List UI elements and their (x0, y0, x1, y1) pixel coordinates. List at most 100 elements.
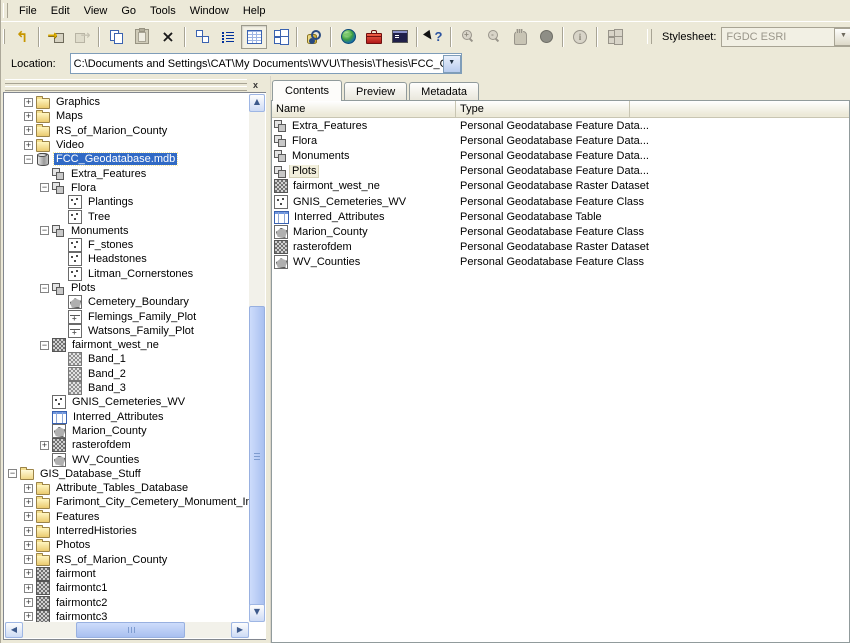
tree-horizontal-scrollbar[interactable]: ◀ ▶ (5, 622, 249, 638)
horizontal-scroll-thumb[interactable] (76, 622, 185, 638)
location-input[interactable]: C:\Documents and Settings\CAT\My Documen… (70, 53, 462, 74)
tree-item[interactable]: Band_2 (5, 367, 249, 381)
table-row[interactable]: MonumentsPersonal Geodatabase Feature Da… (272, 148, 849, 163)
tree-item[interactable]: +Features (5, 510, 249, 524)
tree-item[interactable]: +InterredHistories (5, 524, 249, 538)
table-row[interactable]: rasterofdemPersonal Geodatabase Raster D… (272, 240, 849, 255)
tree-item[interactable]: +Graphics (5, 95, 249, 109)
expand-toggle-icon[interactable]: + (24, 98, 33, 107)
connect-to-folder-button[interactable] (43, 25, 69, 49)
list-button[interactable] (215, 25, 241, 49)
tree-item[interactable]: Flemings_Family_Plot (5, 309, 249, 323)
tree-item[interactable]: WV_Counties (5, 452, 249, 466)
up-one-level-button[interactable]: ↰ (9, 25, 35, 49)
expand-toggle-icon[interactable]: + (24, 484, 33, 493)
expand-toggle-icon[interactable]: + (24, 527, 33, 536)
stylesheet-dropdown[interactable]: FGDC ESRI ▼ (721, 27, 850, 47)
tree-item[interactable]: +rasterofdem (5, 438, 249, 452)
table-row[interactable]: PlotsPersonal Geodatabase Feature Data..… (272, 164, 849, 179)
collapse-toggle-icon[interactable]: − (40, 183, 49, 192)
menu-go[interactable]: Go (114, 3, 143, 20)
tree-item[interactable]: +fairmontc3 (5, 610, 249, 622)
expand-toggle-icon[interactable]: + (24, 512, 33, 521)
tree-item[interactable]: Marion_County (5, 424, 249, 438)
tree-item[interactable]: F_stones (5, 238, 249, 252)
table-row[interactable]: fairmont_west_nePersonal Geodatabase Ras… (272, 179, 849, 194)
column-header-type[interactable]: Type (456, 101, 630, 118)
tree-item[interactable]: +fairmont (5, 567, 249, 581)
tree-vertical-scrollbar[interactable]: ▲ ▼ (249, 94, 265, 622)
tree-item[interactable]: Plantings (5, 195, 249, 209)
table-row[interactable]: Extra_FeaturesPersonal Geodatabase Featu… (272, 118, 849, 133)
scroll-down-icon[interactable]: ▼ (249, 604, 265, 622)
menu-window[interactable]: Window (183, 3, 236, 20)
menu-view[interactable]: View (77, 3, 115, 20)
tree-item[interactable]: +Video (5, 138, 249, 152)
tree-item[interactable]: +Maps (5, 109, 249, 123)
expand-toggle-icon[interactable]: + (24, 598, 33, 607)
tree-item[interactable]: −Plots (5, 281, 249, 295)
tree-item[interactable]: +Photos (5, 538, 249, 552)
tree-item[interactable]: Interred_Attributes (5, 410, 249, 424)
tree-item[interactable]: Litman_Cornerstones (5, 267, 249, 281)
expand-toggle-icon[interactable]: + (24, 612, 33, 621)
panel-gripper[interactable] (5, 86, 247, 91)
tree-item[interactable]: Extra_Features (5, 166, 249, 180)
tree-item[interactable]: +RS_of_Marion_County (5, 553, 249, 567)
tree-item[interactable]: +fairmontc2 (5, 595, 249, 609)
thumbnails-button[interactable] (267, 25, 293, 49)
tab-metadata[interactable]: Metadata (409, 82, 479, 101)
tree-item[interactable]: −Flora (5, 181, 249, 195)
collapse-toggle-icon[interactable]: − (40, 226, 49, 235)
tree-item[interactable]: Headstones (5, 252, 249, 266)
expand-toggle-icon[interactable]: + (24, 498, 33, 507)
scroll-right-icon[interactable]: ▶ (231, 622, 249, 638)
location-dropdown-arrow-icon[interactable]: ▼ (443, 55, 461, 73)
tree-item[interactable]: +RS_of_Marion_County (5, 124, 249, 138)
collapse-toggle-icon[interactable]: − (24, 155, 33, 164)
scroll-up-icon[interactable]: ▲ (249, 94, 265, 112)
stylesheet-dropdown-arrow-icon[interactable]: ▼ (834, 28, 850, 46)
collapse-toggle-icon[interactable]: − (8, 469, 17, 478)
tree-item[interactable]: Watsons_Family_Plot (5, 324, 249, 338)
details-button[interactable] (241, 25, 267, 49)
tree-item[interactable]: −FCC_Geodatabase.mdb (5, 152, 249, 166)
expand-toggle-icon[interactable]: + (24, 555, 33, 564)
collapse-toggle-icon[interactable]: − (40, 341, 49, 350)
expand-toggle-icon[interactable]: + (24, 141, 33, 150)
delete-button[interactable]: × (155, 25, 181, 49)
menu-help[interactable]: Help (236, 3, 273, 20)
scroll-left-icon[interactable]: ◀ (5, 622, 23, 638)
table-row[interactable]: Marion_CountyPersonal Geodatabase Featur… (272, 224, 849, 239)
tree-item[interactable]: GNIS_Cemeteries_WV (5, 395, 249, 409)
table-row[interactable]: FloraPersonal Geodatabase Feature Data..… (272, 133, 849, 148)
command-line-window-button[interactable] (387, 25, 413, 49)
expand-toggle-icon[interactable]: + (24, 541, 33, 550)
search-button[interactable] (301, 25, 327, 49)
launch-arcmap-button[interactable] (335, 25, 361, 49)
tree-item[interactable]: +fairmontc1 (5, 581, 249, 595)
expand-toggle-icon[interactable]: + (24, 126, 33, 135)
table-row[interactable]: GNIS_Cemeteries_WVPersonal Geodatabase F… (272, 194, 849, 209)
tree-item[interactable]: Band_3 (5, 381, 249, 395)
tab-preview[interactable]: Preview (344, 82, 407, 101)
large-icons-button[interactable] (189, 25, 215, 49)
tree-item[interactable]: Tree (5, 209, 249, 223)
menu-tools[interactable]: Tools (143, 3, 183, 20)
expand-toggle-icon[interactable]: + (40, 441, 49, 450)
tree-item[interactable]: +Attribute_Tables_Database (5, 481, 249, 495)
tree-item[interactable]: +Farimont_City_Cemetery_Monument_Info (5, 495, 249, 509)
column-header-name[interactable]: Name (272, 101, 456, 118)
arctoolbox-button[interactable] (361, 25, 387, 49)
panel-gripper[interactable] (5, 79, 247, 84)
expand-toggle-icon[interactable]: + (24, 569, 33, 578)
vertical-scroll-thumb[interactable] (249, 306, 265, 606)
menu-edit[interactable]: Edit (44, 3, 77, 20)
tab-contents[interactable]: Contents (272, 80, 342, 101)
tree-item[interactable]: Band_1 (5, 352, 249, 366)
table-row[interactable]: Interred_AttributesPersonal Geodatabase … (272, 209, 849, 224)
menu-file[interactable]: File (12, 3, 44, 20)
expand-toggle-icon[interactable]: + (24, 112, 33, 121)
tree-item[interactable]: −Monuments (5, 224, 249, 238)
tree-item[interactable]: Cemetery_Boundary (5, 295, 249, 309)
